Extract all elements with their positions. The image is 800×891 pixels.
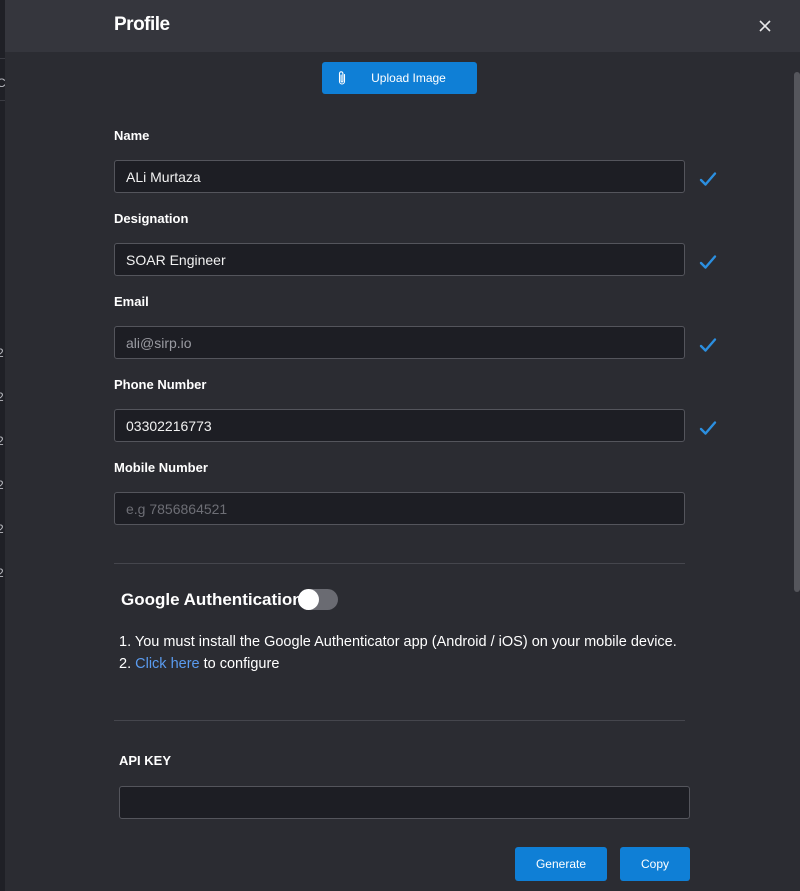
copy-button[interactable]: Copy: [620, 847, 690, 881]
api-key-label: API KEY: [119, 753, 172, 768]
check-icon: [699, 421, 717, 435]
background-glyph: 2: [0, 346, 4, 360]
api-key-input[interactable]: [119, 786, 690, 819]
background-glyph: 2: [0, 434, 4, 448]
google-authentication-instructions: 1. You must install the Google Authentic…: [119, 631, 679, 675]
instruction-line-1: 1. You must install the Google Authentic…: [119, 634, 677, 650]
modal-title: Profile: [114, 14, 170, 35]
name-input[interactable]: [114, 160, 685, 193]
designation-input[interactable]: [114, 243, 685, 276]
instruction-line-2-prefix: 2.: [119, 656, 136, 672]
generate-button[interactable]: Generate: [515, 847, 607, 881]
scrollbar-thumb[interactable]: [794, 72, 800, 592]
name-label: Name: [114, 128, 150, 143]
email-field[interactable]: [114, 326, 685, 359]
check-icon: [699, 255, 717, 269]
section-divider: [114, 720, 685, 721]
upload-image-label: Upload Image: [371, 71, 446, 85]
close-icon: [759, 20, 771, 32]
instruction-line-2-suffix: to configure: [199, 656, 280, 672]
configure-link[interactable]: Click here: [135, 656, 199, 672]
email-label: Email: [114, 294, 149, 309]
close-button[interactable]: [754, 15, 776, 37]
mobile-number-label: Mobile Number: [114, 460, 208, 475]
instruction-line-2: 2. Click here to configure: [119, 653, 679, 675]
upload-image-button[interactable]: Upload Image: [322, 62, 477, 94]
check-icon: [699, 338, 717, 352]
background-glyph: 2: [0, 390, 4, 404]
check-icon: [699, 172, 717, 186]
google-authentication-title: Google Authentication: [121, 590, 303, 609]
toggle-knob: [298, 589, 319, 610]
background-glyph: 2: [0, 566, 4, 580]
google-authentication-toggle[interactable]: [298, 589, 338, 610]
profile-modal: Profile Upload Image Name Designation Em…: [5, 0, 800, 891]
background-glyph: 2: [0, 478, 4, 492]
designation-label: Designation: [114, 211, 189, 226]
mobile-number-input[interactable]: [114, 492, 685, 525]
phone-number-input[interactable]: [114, 409, 685, 442]
scrollbar[interactable]: [792, 52, 800, 891]
section-divider: [114, 563, 685, 564]
background-glyph: 2: [0, 522, 4, 536]
modal-header: Profile: [5, 0, 800, 52]
phone-number-label: Phone Number: [114, 377, 207, 392]
